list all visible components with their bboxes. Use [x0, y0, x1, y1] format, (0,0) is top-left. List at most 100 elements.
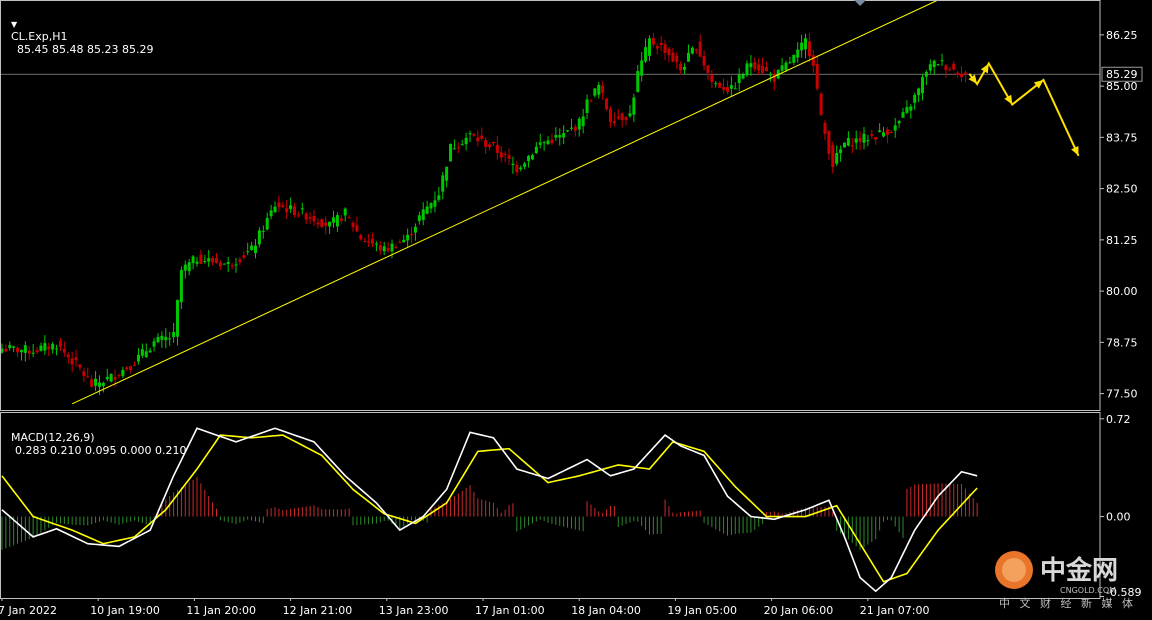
candle-body	[421, 209, 425, 221]
price-tick-label: 80.00	[1106, 285, 1138, 298]
candle-body	[846, 138, 850, 146]
price-tick-label: 78.75	[1106, 336, 1138, 349]
candle-body	[12, 346, 16, 348]
candle-body	[117, 374, 121, 376]
candle-body	[921, 77, 925, 94]
candle-body	[913, 94, 917, 103]
candle-body	[371, 238, 375, 244]
candle-body	[764, 66, 768, 72]
candle-body	[133, 365, 137, 367]
candle-body	[554, 135, 558, 138]
candle-body	[82, 371, 86, 376]
candle-body	[27, 350, 31, 354]
candle-body	[558, 135, 562, 138]
candle-body	[413, 226, 417, 233]
candle-body	[281, 205, 285, 208]
time-tick-label: 20 Jan 06:00	[764, 604, 834, 617]
candle-body	[238, 259, 242, 263]
candle-body	[722, 87, 726, 90]
candle-body	[858, 137, 862, 142]
candle-body	[679, 63, 683, 71]
candle-body	[105, 376, 109, 380]
candle-body	[78, 364, 82, 368]
candle-body	[651, 38, 655, 45]
candle-body	[320, 219, 324, 228]
candle-body	[195, 261, 199, 264]
candle-body	[19, 349, 23, 353]
candle-body	[300, 208, 304, 210]
candle-body	[725, 87, 729, 92]
candle-body	[257, 230, 261, 245]
candle-body	[940, 60, 944, 62]
candle-body	[772, 73, 776, 82]
candle-body	[803, 38, 807, 50]
candle-body	[406, 234, 410, 241]
candle-body	[511, 163, 515, 166]
candle-body	[577, 118, 581, 130]
candle-body	[612, 121, 616, 124]
candle-body	[768, 74, 772, 76]
candle-body	[515, 164, 519, 173]
candle-body	[324, 222, 328, 226]
candle-body	[628, 113, 632, 117]
candle-body	[503, 153, 507, 155]
collapse-triangle-icon[interactable]: ▼	[11, 20, 17, 29]
candle-body	[491, 141, 495, 144]
price-candle	[605, 97, 609, 111]
candle-body	[398, 242, 402, 244]
candle-body	[222, 263, 226, 265]
candle-body	[948, 69, 952, 71]
candle-body	[23, 345, 27, 353]
candle-body	[441, 175, 445, 192]
candle-body	[121, 369, 125, 376]
candle-body	[640, 60, 644, 76]
candle-body	[905, 107, 909, 113]
price-tick-label: 86.25	[1106, 29, 1138, 42]
candle-body	[862, 133, 866, 143]
watermark-logo: 中金网 CNGOLD.COM 中 文 财 经 新 媒 体	[995, 551, 1133, 610]
candle-body	[507, 155, 511, 159]
candle-body	[359, 235, 363, 240]
candle-body	[885, 129, 889, 135]
candle-body	[452, 148, 456, 150]
candle-body	[207, 258, 211, 262]
candle-body	[86, 376, 90, 378]
candle-body	[807, 41, 811, 57]
candle-body	[729, 85, 733, 89]
candle-body	[499, 152, 503, 158]
chart-root: 86.25 85.00 83.75 82.50 81.25 80.00 78.75 77.50…	[0, 0, 1152, 620]
price-tick-label: 82.50	[1106, 183, 1138, 196]
candle-body	[566, 130, 570, 132]
candle-body	[125, 367, 129, 370]
candle-body	[140, 349, 144, 356]
candle-body	[332, 217, 336, 223]
candle-body	[815, 64, 819, 89]
candle-body	[866, 140, 870, 142]
price-candle	[109, 373, 113, 383]
candle-body	[253, 245, 257, 254]
candle-body	[878, 130, 882, 132]
candle-body	[667, 48, 671, 56]
candle-body	[199, 254, 203, 264]
candle-body	[74, 357, 78, 361]
price-candle	[843, 142, 847, 148]
candle-body	[792, 54, 796, 63]
price-tick-label: 83.75	[1106, 131, 1138, 144]
candle-body	[686, 52, 690, 62]
candle-body	[924, 72, 928, 77]
candle-body	[936, 64, 940, 66]
candle-body	[335, 215, 339, 227]
candle-body	[811, 55, 815, 66]
candle-body	[203, 260, 207, 262]
macd-label: MACD(12,26,9)	[11, 431, 95, 444]
candle-body	[956, 72, 960, 75]
candle-body	[784, 62, 788, 71]
candle-body	[480, 135, 484, 139]
candle-body	[429, 203, 433, 209]
candle-body	[870, 134, 874, 136]
candle-body	[530, 155, 534, 160]
candle-body	[917, 88, 921, 96]
candle-body	[363, 240, 367, 242]
time-tick-label: 19 Jan 05:00	[667, 604, 737, 617]
candle-body	[449, 143, 453, 162]
